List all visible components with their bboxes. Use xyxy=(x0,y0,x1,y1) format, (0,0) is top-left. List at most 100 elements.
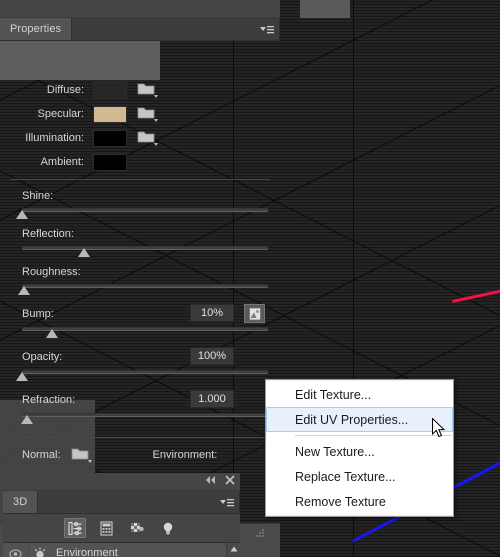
specular-folder-icon[interactable] xyxy=(137,105,161,123)
roughness-slider[interactable] xyxy=(18,281,268,298)
menu-item-replace-texture[interactable]: Replace Texture... xyxy=(266,464,453,489)
refraction-slider-track xyxy=(22,413,268,416)
tabbar-empty-area xyxy=(72,18,280,40)
properties-titlebar[interactable] xyxy=(0,0,280,18)
opacity-row: Opacity: 100% xyxy=(22,347,268,367)
menu-item-new-texture[interactable]: New Texture... xyxy=(266,439,453,464)
menu-item-edit-texture[interactable]: Edit Texture... xyxy=(266,382,453,407)
tab-3d-label: 3D xyxy=(13,496,28,508)
menu-item-edit-uv-properties[interactable]: Edit UV Properties... xyxy=(266,407,453,432)
normal-environment-row: Normal: Environment: xyxy=(0,442,280,468)
bump-value-field[interactable]: 10% xyxy=(190,304,234,322)
section-divider xyxy=(10,179,270,180)
property-row-illumination: Illumination: xyxy=(0,126,280,150)
shine-slider-knob[interactable] xyxy=(16,210,28,219)
bump-slider-track xyxy=(22,327,268,330)
app-root: Properties Diffuse: Specular: Illuminati… xyxy=(0,0,500,557)
environment-icon xyxy=(33,547,47,557)
tab-3d[interactable]: 3D xyxy=(3,491,39,513)
tree-scrollbar[interactable] xyxy=(226,543,240,557)
reflection-slider[interactable] xyxy=(22,243,268,260)
roughness-label: Roughness: xyxy=(22,265,81,278)
menu-item-label: Edit UV Properties... xyxy=(295,412,409,427)
slider-block-shine: Shine: xyxy=(0,184,280,222)
3d-panel: 3D Environment xyxy=(0,470,243,557)
menu-separator xyxy=(295,435,451,436)
close-icon[interactable] xyxy=(225,475,235,489)
normal-folder-icon[interactable] xyxy=(71,446,95,464)
3d-panel-tabbar: 3D xyxy=(3,491,240,514)
bump-row: Bump: 10% xyxy=(22,304,268,324)
shine-label: Shine: xyxy=(22,189,54,202)
shine-slider-track xyxy=(22,208,268,211)
specular-color-swatch[interactable] xyxy=(93,105,127,123)
refraction-row: Refraction: 1.000 xyxy=(22,390,268,410)
diffuse-color-swatch[interactable] xyxy=(93,81,127,99)
menu-item-label: Remove Texture xyxy=(295,494,386,509)
illumination-label: Illumination: xyxy=(25,132,84,144)
bump-slider-knob[interactable] xyxy=(45,329,58,338)
3d-panel-titlebar[interactable] xyxy=(3,473,240,491)
mouse-cursor xyxy=(432,417,446,439)
refraction-slider[interactable] xyxy=(20,410,268,427)
slider-block-opacity: Opacity: 100% xyxy=(0,345,280,384)
section-divider-2 xyxy=(10,437,270,438)
tab-properties[interactable]: Properties xyxy=(0,18,73,40)
properties-body: Diffuse: Specular: Illumination: Ambient… xyxy=(0,72,280,468)
tab-properties-label: Properties xyxy=(10,23,62,35)
3d-tabbar-empty-area xyxy=(38,491,240,513)
resize-grip-icon[interactable] xyxy=(254,526,266,544)
reflection-label: Reflection: xyxy=(22,227,74,240)
3d-scene-tree[interactable]: Environment xyxy=(3,543,240,557)
menu-item-remove-texture[interactable]: Remove Texture xyxy=(266,489,453,514)
axis-x-red xyxy=(452,275,500,303)
refraction-slider-knob[interactable] xyxy=(20,415,33,424)
ambient-label: Ambient: xyxy=(40,156,84,168)
reflection-slider-track xyxy=(22,246,268,249)
slider-block-roughness: Roughness: xyxy=(0,260,280,298)
reflection-slider-knob[interactable] xyxy=(77,248,90,257)
opacity-slider[interactable] xyxy=(16,367,268,384)
tree-row-label: Environment xyxy=(56,547,118,557)
lights-filter-icon[interactable] xyxy=(157,518,179,538)
illumination-folder-icon[interactable] xyxy=(137,129,161,147)
slider-block-reflection: Reflection: xyxy=(0,222,280,260)
ambient-color-swatch[interactable] xyxy=(93,153,127,171)
collapse-icon[interactable] xyxy=(205,475,217,489)
bump-texture-button[interactable] xyxy=(244,304,265,323)
roughness-slider-track xyxy=(22,284,268,287)
menu-item-label: New Texture... xyxy=(295,444,375,459)
viewport-object-plate xyxy=(300,0,350,18)
shine-slider[interactable] xyxy=(16,205,268,222)
property-row-specular: Specular: xyxy=(0,102,280,126)
properties-menu-icon[interactable] xyxy=(259,23,275,35)
refraction-value-field[interactable]: 1.000 xyxy=(190,390,234,408)
menu-item-label: Edit Texture... xyxy=(295,387,372,402)
slider-block-bump: Bump: 10% xyxy=(0,302,280,341)
specular-label: Specular: xyxy=(37,108,84,120)
materials-filter-icon[interactable] xyxy=(126,518,148,538)
3d-panel-window-buttons xyxy=(205,475,235,489)
tree-row-content: Environment xyxy=(29,543,240,557)
bump-slider[interactable] xyxy=(22,324,268,341)
scroll-up-arrow-icon[interactable] xyxy=(227,543,240,555)
opacity-slider-knob[interactable] xyxy=(16,372,28,381)
scene-filter-icon[interactable] xyxy=(64,518,86,538)
normal-label: Normal: xyxy=(22,449,61,461)
3d-filter-toolbar xyxy=(3,514,240,543)
visibility-toggle-icon[interactable] xyxy=(3,543,29,557)
environment-label: Environment: xyxy=(152,449,218,461)
tree-row[interactable]: Environment xyxy=(3,543,240,557)
diffuse-label: Diffuse: xyxy=(46,84,84,96)
property-row-ambient: Ambient: xyxy=(0,150,280,174)
illumination-color-swatch[interactable] xyxy=(93,129,127,147)
properties-tabbar: Properties xyxy=(0,18,280,41)
3d-panel-menu-icon[interactable] xyxy=(219,496,235,508)
roughness-slider-knob[interactable] xyxy=(18,286,31,295)
opacity-value-field[interactable]: 100% xyxy=(190,347,234,365)
texture-context-menu: Edit Texture... Edit UV Properties... Ne… xyxy=(265,379,454,517)
opacity-slider-track xyxy=(22,370,268,373)
diffuse-folder-icon[interactable] xyxy=(137,81,161,99)
mesh-filter-icon[interactable] xyxy=(95,518,117,538)
context-menu-items: Edit Texture... Edit UV Properties... Ne… xyxy=(266,382,453,514)
